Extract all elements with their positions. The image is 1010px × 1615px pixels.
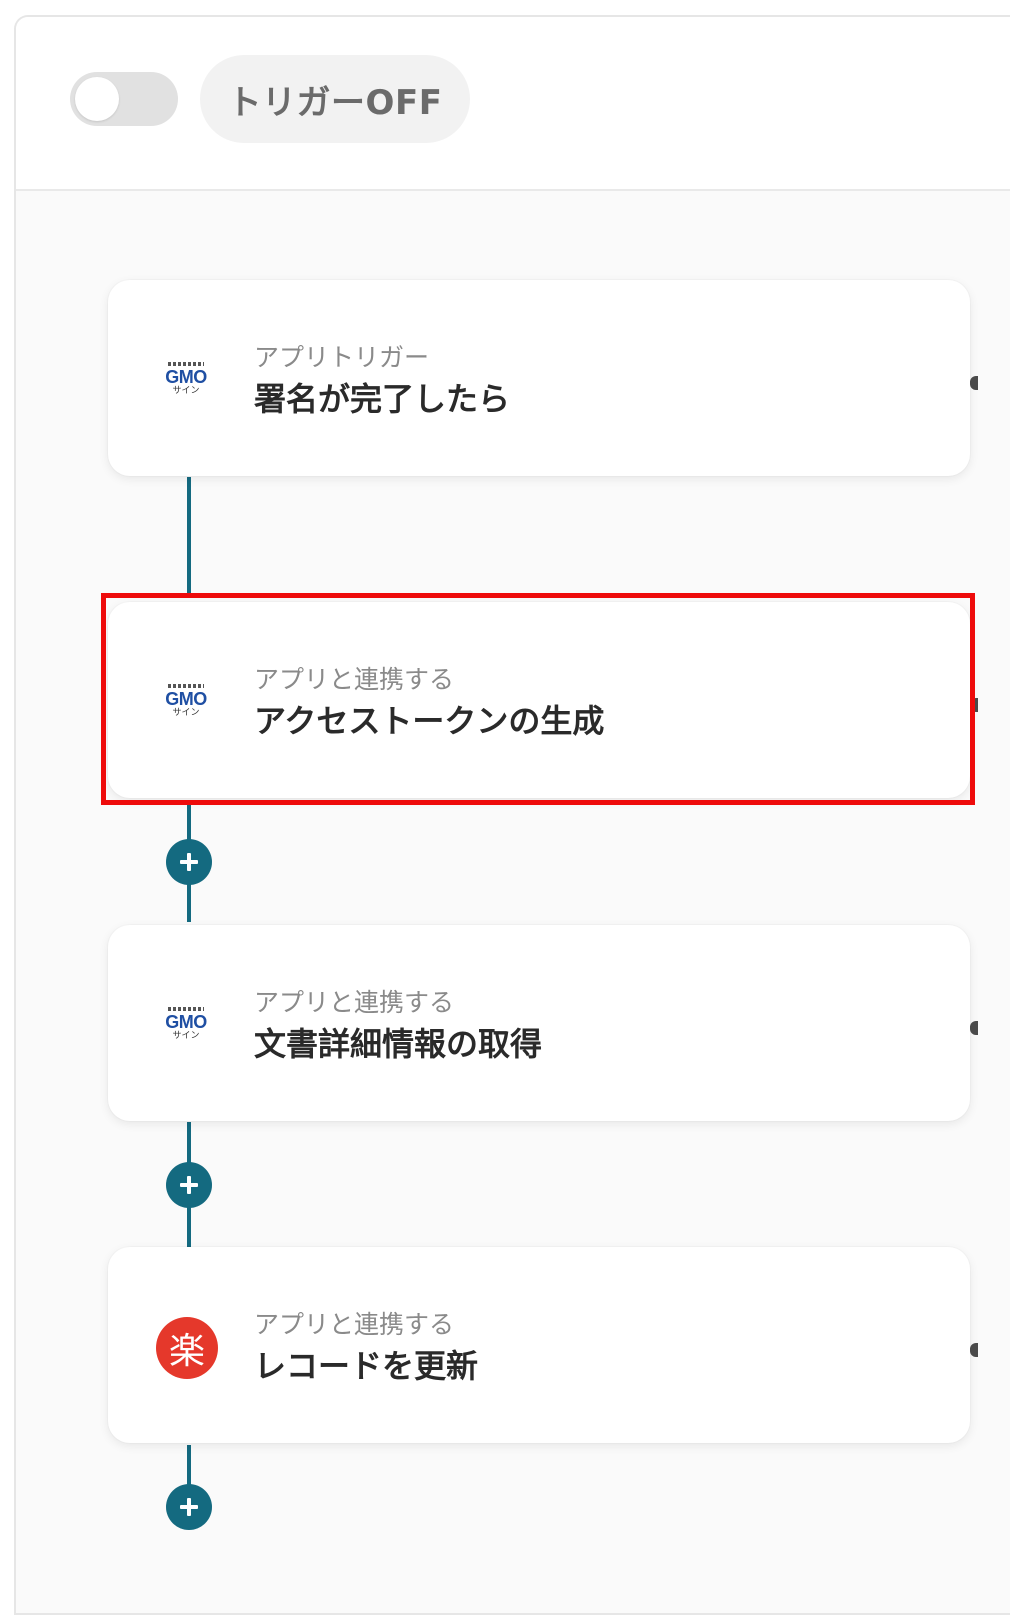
flow-step-card[interactable]: GMO サイン アプリと連携する 文書詳細情報の取得 bbox=[108, 925, 978, 1121]
logo-subtext: サイン bbox=[172, 1031, 200, 1041]
step-category: アプリと連携する bbox=[254, 988, 455, 1017]
card-handle bbox=[970, 1343, 978, 1357]
step-title: アクセストークンの生成 bbox=[254, 702, 605, 740]
toggle-knob bbox=[75, 77, 119, 121]
step-category: アプリと連携する bbox=[254, 1310, 455, 1339]
workflow-panel: トリガーOFF GMO サイン アプリトリガー 署名が完了したら GMO サイン… bbox=[14, 15, 1010, 1615]
step-category: アプリトリガー bbox=[254, 343, 430, 372]
flow-step-card[interactable]: GMO サイン アプリトリガー 署名が完了したら bbox=[108, 280, 978, 476]
trigger-status-badge: トリガーOFF bbox=[200, 55, 470, 143]
add-step-button[interactable] bbox=[166, 1162, 212, 1208]
gmo-sign-logo: GMO サイン bbox=[156, 362, 216, 402]
plus-icon bbox=[180, 1498, 198, 1516]
trigger-toggle[interactable] bbox=[70, 72, 178, 126]
rakuraku-logo: 楽 bbox=[156, 1317, 218, 1379]
workflow-header: トリガーOFF bbox=[16, 17, 1010, 191]
add-step-button[interactable] bbox=[166, 1484, 212, 1530]
step-category: アプリと連携する bbox=[254, 665, 455, 694]
card-handle bbox=[970, 376, 978, 390]
plus-icon bbox=[180, 853, 198, 871]
gmo-sign-logo: GMO サイン bbox=[156, 1007, 216, 1047]
plus-icon bbox=[180, 1176, 198, 1194]
card-handle bbox=[970, 698, 978, 712]
step-title: 署名が完了したら bbox=[254, 380, 511, 418]
step-title: レコードを更新 bbox=[254, 1347, 479, 1385]
gmo-sign-logo: GMO サイン bbox=[156, 684, 216, 724]
card-handle bbox=[970, 1021, 978, 1035]
logo-decoration bbox=[168, 1007, 204, 1011]
connector-line bbox=[187, 477, 191, 597]
flow-step-card[interactable]: GMO サイン アプリと連携する アクセストークンの生成 bbox=[108, 602, 978, 798]
logo-subtext: サイン bbox=[172, 386, 200, 396]
step-title: 文書詳細情報の取得 bbox=[254, 1025, 543, 1063]
logo-text: GMO bbox=[165, 1012, 207, 1032]
logo-decoration bbox=[168, 362, 204, 366]
flow-step-card[interactable]: 楽 アプリと連携する レコードを更新 bbox=[108, 1247, 978, 1443]
logo-text: GMO bbox=[165, 689, 207, 709]
logo-decoration bbox=[168, 684, 204, 688]
add-step-button[interactable] bbox=[166, 839, 212, 885]
logo-text: GMO bbox=[165, 367, 207, 387]
logo-subtext: サイン bbox=[172, 708, 200, 718]
